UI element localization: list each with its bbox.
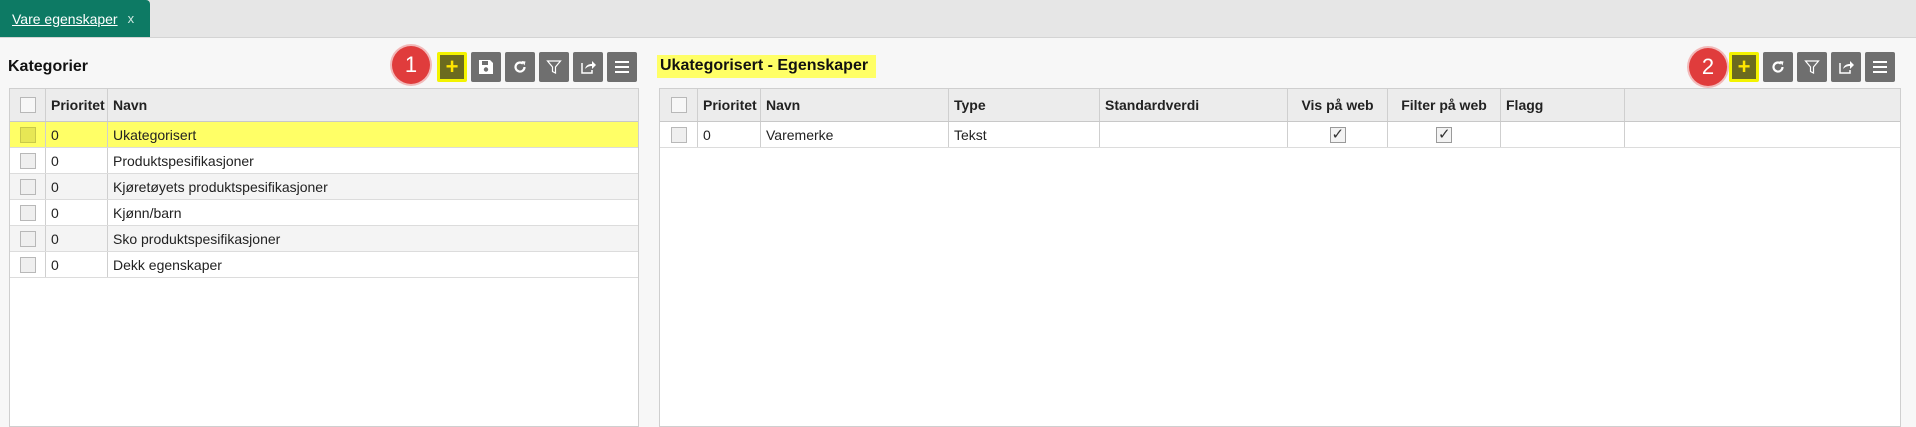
menu-icon: [615, 61, 629, 73]
row-select-cell: [10, 174, 46, 199]
refresh-button[interactable]: [1763, 52, 1793, 82]
kategorier-rows: 0 Ukategorisert 0 Produktspesifikasjoner 0 Kj…: [10, 122, 638, 278]
export-button[interactable]: [1831, 52, 1861, 82]
vis-pa-web-checkbox[interactable]: [1329, 125, 1346, 143]
cell-navn: Kjønn/barn: [113, 204, 182, 221]
add-kategori-button[interactable]: +: [437, 52, 467, 82]
tab-label[interactable]: Vare egenskaper: [12, 11, 118, 27]
cell-vis-pa-web: [1288, 122, 1388, 147]
table-row[interactable]: 0 Kjønn/barn: [10, 200, 638, 226]
filter-button[interactable]: [1797, 52, 1827, 82]
table-row[interactable]: 0 Varemerke Tekst: [660, 122, 1900, 148]
menu-icon: [1873, 61, 1887, 73]
select-all-cell: [660, 89, 698, 121]
column-header-type[interactable]: Type: [949, 89, 1100, 121]
table-row[interactable]: 0 Kjøretøyets produktspesifikasjoner: [10, 174, 638, 200]
egenskaper-toolbar: +: [1729, 52, 1895, 82]
row-select-cell: [10, 148, 46, 173]
export-icon: [1839, 61, 1854, 74]
egenskaper-grid: Prioritet Navn Type Standardverdi Vis på…: [659, 88, 1901, 427]
row-checkbox[interactable]: [19, 256, 36, 273]
row-select-cell: [10, 200, 46, 225]
filter-icon: [1804, 60, 1820, 74]
column-header-navn[interactable]: Navn: [761, 89, 949, 121]
cell-prioritet: 0: [46, 226, 108, 251]
kategorier-toolbar: +: [437, 52, 637, 82]
select-all-checkbox[interactable]: [670, 97, 687, 113]
cell-navn: Dekk egenskaper: [113, 256, 222, 273]
export-icon: [581, 61, 596, 74]
refresh-icon: [514, 61, 526, 73]
save-icon: [479, 60, 493, 74]
cell-navn: Varemerke: [761, 122, 949, 147]
cell-standardverdi: [1100, 122, 1288, 147]
column-header-standardverdi[interactable]: Standardverdi: [1100, 89, 1288, 121]
row-checkbox[interactable]: [19, 178, 36, 195]
select-all-cell: [10, 89, 46, 121]
refresh-icon: [1772, 61, 1784, 73]
row-select-cell: [660, 122, 698, 147]
column-header-prioritet[interactable]: Prioritet: [698, 89, 761, 121]
cell-flagg: [1501, 122, 1625, 147]
column-header-flagg[interactable]: Flagg: [1501, 89, 1625, 121]
row-checkbox[interactable]: [670, 126, 687, 143]
cell-prioritet: 0: [46, 252, 108, 277]
cell-prioritet: 0: [46, 174, 108, 199]
select-all-checkbox[interactable]: [19, 97, 36, 113]
cell-prioritet: 0: [698, 122, 761, 147]
grid-header: Prioritet Navn: [10, 89, 638, 122]
column-header-prioritet[interactable]: Prioritet: [46, 89, 108, 121]
row-select-cell: [10, 226, 46, 251]
row-checkbox[interactable]: [19, 204, 36, 221]
egenskaper-title: Ukategorisert - Egenskaper: [657, 55, 877, 78]
refresh-button[interactable]: [505, 52, 535, 82]
table-row[interactable]: 0 Dekk egenskaper: [10, 252, 638, 278]
kategorier-title: Kategorier: [8, 58, 89, 75]
cell-navn: Ukategorisert: [113, 126, 197, 143]
egenskaper-rows: 0 Varemerke Tekst: [660, 122, 1900, 148]
filter-pa-web-checkbox[interactable]: [1436, 125, 1452, 143]
row-checkbox[interactable]: [19, 126, 36, 143]
row-checkbox[interactable]: [19, 230, 36, 247]
menu-button[interactable]: [607, 52, 637, 82]
cell-navn: Produktspesifikasjoner: [113, 152, 254, 169]
cell-prioritet: 0: [46, 148, 108, 173]
table-row[interactable]: 0 Sko produktspesifikasjoner: [10, 226, 638, 252]
tab-vare-egenskaper[interactable]: Vare egenskaper x: [0, 0, 150, 37]
menu-button[interactable]: [1865, 52, 1895, 82]
cell-navn: Sko produktspesifikasjoner: [113, 230, 281, 247]
kategorier-grid: Prioritet Navn 0 Ukategorisert 0 Produktspe…: [9, 88, 639, 427]
tab-strip: Vare egenskaper x: [0, 0, 1916, 38]
filter-icon: [546, 60, 562, 74]
column-header-vis-pa-web[interactable]: Vis på web: [1288, 89, 1388, 121]
cell-filter-pa-web: [1388, 122, 1501, 147]
export-button[interactable]: [573, 52, 603, 82]
table-row[interactable]: 0 Produktspesifikasjoner: [10, 148, 638, 174]
cell-prioritet: 0: [46, 122, 108, 147]
row-select-cell: [10, 252, 46, 277]
table-row[interactable]: 0 Ukategorisert: [10, 122, 638, 148]
column-header-navn[interactable]: Navn: [108, 89, 638, 121]
row-checkbox[interactable]: [19, 152, 36, 169]
plus-icon: +: [1732, 55, 1756, 79]
save-button[interactable]: [471, 52, 501, 82]
callout-badge-2: 2: [1689, 48, 1727, 86]
callout-badge-1: 1: [392, 46, 430, 84]
row-select-cell: [10, 122, 46, 147]
column-header-filter-pa-web[interactable]: Filter på web: [1388, 89, 1501, 121]
cell-navn: Kjøretøyets produktspesifikasjoner: [113, 178, 328, 195]
cell-prioritet: 0: [46, 200, 108, 225]
add-egenskap-button[interactable]: +: [1729, 52, 1759, 82]
cell-type: Tekst: [949, 122, 1100, 147]
grid-header: Prioritet Navn Type Standardverdi Vis på…: [660, 89, 1900, 122]
tab-close-icon[interactable]: x: [128, 11, 135, 26]
plus-icon: +: [440, 55, 464, 79]
filter-button[interactable]: [539, 52, 569, 82]
